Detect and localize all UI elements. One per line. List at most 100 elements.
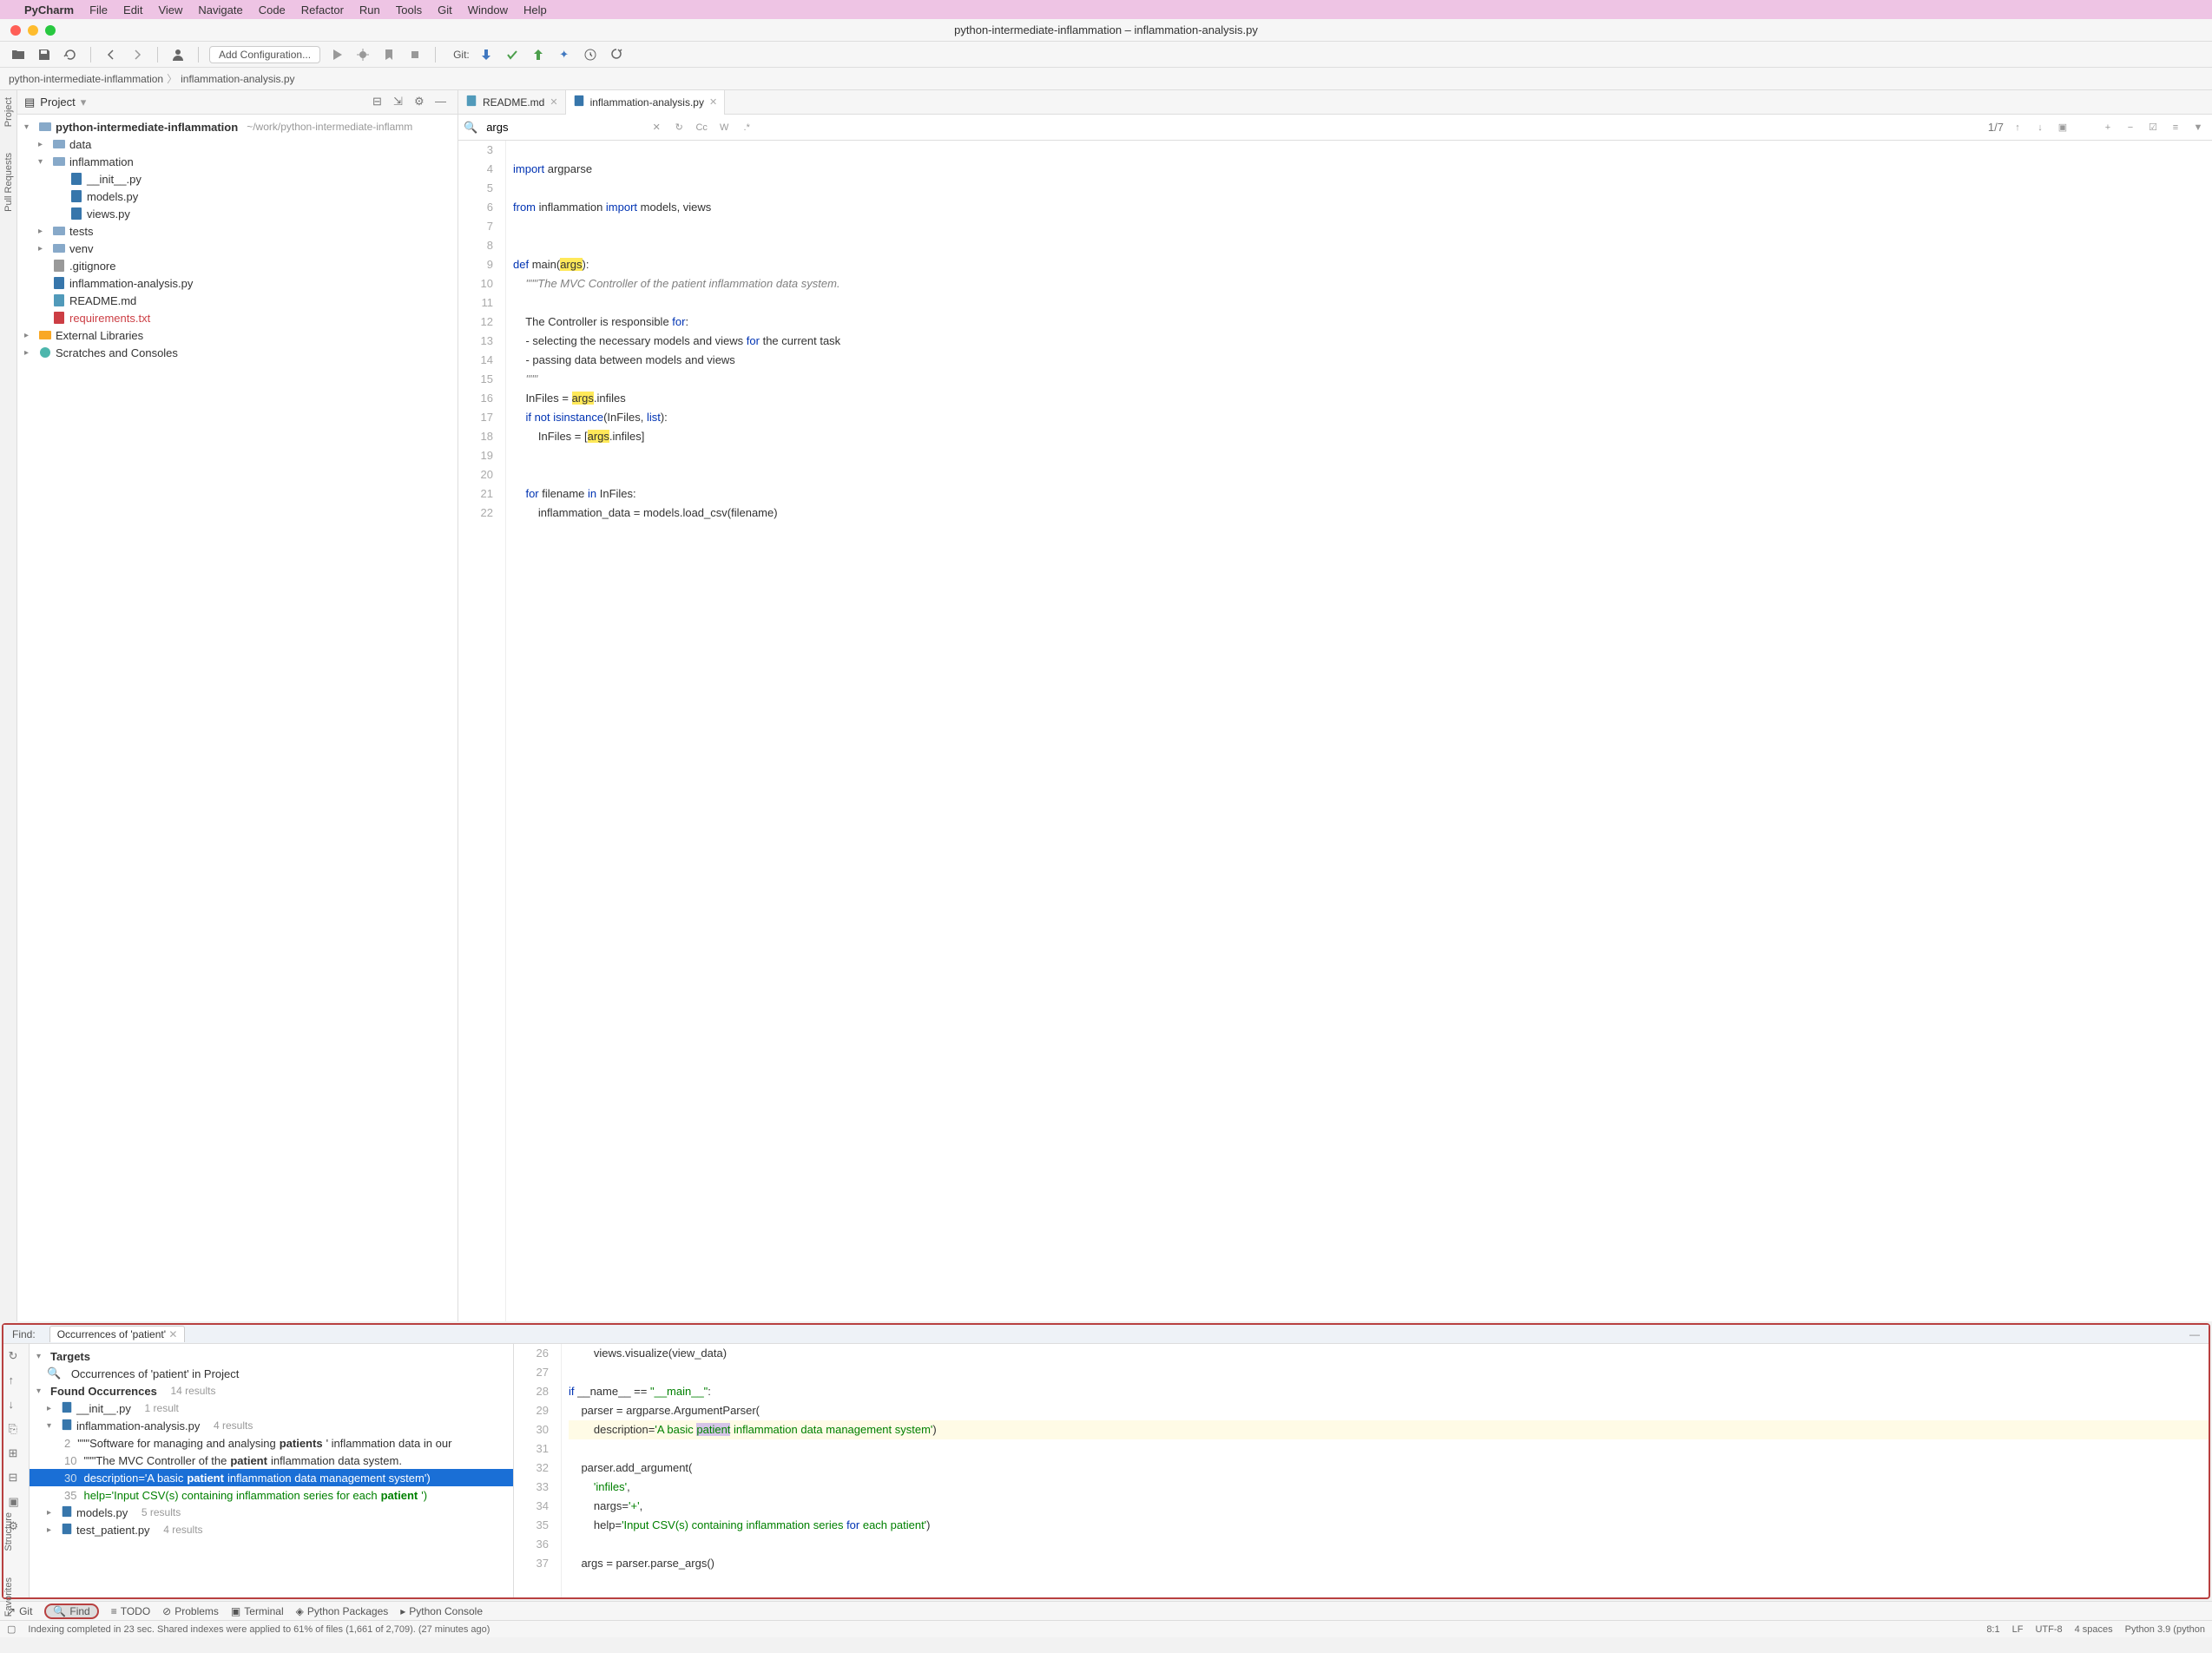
rerun-icon[interactable]: ↻ [9, 1349, 24, 1365]
status-encoding[interactable]: UTF-8 [2035, 1624, 2062, 1635]
next-result-icon[interactable]: ↓ [9, 1398, 24, 1413]
tree-external-libraries[interactable]: ▸External Libraries [17, 326, 458, 344]
find-target-desc[interactable]: 🔍 Occurrences of 'patient' in Project [30, 1365, 513, 1382]
match-case-button[interactable]: Cc [693, 119, 710, 136]
gear-icon[interactable]: ⚙ [414, 95, 430, 110]
find-file-init[interactable]: ▸__init__.py 1 result [30, 1399, 513, 1417]
bottom-terminal[interactable]: ▣ Terminal [231, 1605, 284, 1617]
git-push-icon[interactable] [529, 45, 548, 64]
prev-match-icon[interactable]: ↑ [2009, 119, 2026, 136]
tree-file-init[interactable]: __init__.py [17, 170, 458, 188]
coverage-icon[interactable] [379, 45, 398, 64]
expand-all-icon[interactable]: ⊞ [9, 1446, 24, 1462]
debug-icon[interactable] [353, 45, 372, 64]
prev-history-icon[interactable]: ↻ [670, 119, 688, 136]
find-line-35[interactable]: 35help='Input CSV(s) containing inflamma… [30, 1486, 513, 1504]
tab-analysis[interactable]: inflammation-analysis.py✕ [566, 90, 726, 115]
select-opened-icon[interactable]: ⊟ [372, 95, 388, 110]
rail-structure[interactable]: Structure [3, 1512, 14, 1551]
next-match-icon[interactable]: ↓ [2031, 119, 2049, 136]
remove-selection-icon[interactable]: − [2122, 119, 2139, 136]
bottom-console[interactable]: ▸ Python Console [400, 1605, 483, 1617]
menu-code[interactable]: Code [259, 3, 286, 16]
app-name[interactable]: PyCharm [24, 3, 74, 16]
breadcrumb-root[interactable]: python-intermediate-inflammation [9, 73, 163, 85]
prev-result-icon[interactable]: ↑ [9, 1373, 24, 1389]
find-tab[interactable]: Occurrences of 'patient' ✕ [49, 1326, 186, 1342]
fullscreen-window-button[interactable] [45, 25, 56, 36]
menu-run[interactable]: Run [359, 3, 380, 16]
git-commit-icon[interactable] [503, 45, 522, 64]
tree-file-readme[interactable]: README.md [17, 292, 458, 309]
run-icon[interactable] [327, 45, 346, 64]
preview-icon[interactable]: ▣ [9, 1495, 24, 1511]
words-button[interactable]: W [715, 119, 733, 136]
find-file-analysis[interactable]: ▾inflammation-analysis.py 4 results [30, 1417, 513, 1434]
find-line-10[interactable]: 10"""The MVC Controller of the patient i… [30, 1452, 513, 1469]
status-indent[interactable]: 4 spaces [2075, 1624, 2113, 1635]
project-tree[interactable]: ▾ python-intermediate-inflammation~/work… [17, 115, 458, 1321]
menu-refactor[interactable]: Refactor [301, 3, 344, 16]
filter-icon[interactable]: ▼ [2189, 119, 2207, 136]
stop-icon[interactable] [405, 45, 425, 64]
export-icon[interactable]: ⎘ [9, 1422, 24, 1438]
close-icon[interactable]: ✕ [709, 96, 717, 108]
tree-scratches[interactable]: ▸Scratches and Consoles [17, 344, 458, 361]
status-interpreter[interactable]: Python 3.9 (python [2125, 1624, 2205, 1635]
find-found-node[interactable]: ▾Found Occurrences 14 results [30, 1382, 513, 1399]
find-results-tree[interactable]: ▾Targets 🔍 Occurrences of 'patient' in P… [30, 1344, 514, 1597]
tree-file-models[interactable]: models.py [17, 188, 458, 205]
collapse-all-icon[interactable]: ⊟ [9, 1471, 24, 1486]
close-icon[interactable]: ✕ [550, 96, 557, 108]
find-line-30[interactable]: 30description='A basic patient inflammat… [30, 1469, 513, 1486]
git-history-icon[interactable] [581, 45, 600, 64]
reload-icon[interactable] [61, 45, 80, 64]
menu-file[interactable]: File [89, 3, 108, 16]
tab-readme[interactable]: README.md✕ [458, 90, 566, 115]
menu-window[interactable]: Window [468, 3, 508, 16]
avatar-icon[interactable] [168, 45, 188, 64]
status-cursor-pos[interactable]: 8:1 [1986, 1624, 1999, 1635]
menu-view[interactable]: View [158, 3, 182, 16]
rail-project[interactable]: Project [3, 97, 14, 127]
code-editor[interactable]: 345678910111213141516171819202122 import… [458, 141, 2212, 1321]
find-file-testpatient[interactable]: ▸test_patient.py 4 results [30, 1521, 513, 1538]
tree-folder-inflammation[interactable]: ▾inflammation [17, 153, 458, 170]
bottom-problems[interactable]: ⊘ Problems [162, 1605, 219, 1617]
save-icon[interactable] [35, 45, 54, 64]
find-file-models[interactable]: ▸models.py 5 results [30, 1504, 513, 1521]
chevron-down-icon[interactable]: ▾ [81, 95, 87, 109]
menu-tools[interactable]: Tools [396, 3, 422, 16]
rail-favorites[interactable]: Favorites [3, 1577, 14, 1617]
tree-folder-tests[interactable]: ▸tests [17, 222, 458, 240]
open-icon[interactable] [9, 45, 28, 64]
tree-file-analysis[interactable]: inflammation-analysis.py [17, 274, 458, 292]
breadcrumb-file[interactable]: inflammation-analysis.py [181, 73, 294, 85]
tree-root[interactable]: ▾ python-intermediate-inflammation~/work… [17, 118, 458, 135]
find-preview-editor[interactable]: 262728293031323334353637 views.visualize… [514, 1344, 2209, 1597]
tree-folder-venv[interactable]: ▸venv [17, 240, 458, 257]
find-line-2[interactable]: 2"""Software for managing and analysing … [30, 1434, 513, 1452]
find-targets-node[interactable]: ▾Targets [30, 1347, 513, 1365]
rail-pull-requests[interactable]: Pull Requests [3, 153, 14, 212]
tree-file-requirements[interactable]: requirements.txt [17, 309, 458, 326]
menu-git[interactable]: Git [438, 3, 452, 16]
git-new-branch-icon[interactable]: ✦ [555, 45, 574, 64]
expand-all-icon[interactable]: ⇲ [393, 95, 409, 110]
select-all-icon[interactable]: ▣ [2054, 119, 2071, 136]
close-icon[interactable]: ✕ [168, 1328, 177, 1340]
hide-icon[interactable]: — [435, 95, 451, 110]
menu-help[interactable]: Help [523, 3, 547, 16]
menu-edit[interactable]: Edit [123, 3, 142, 16]
select-all-occurrences-icon[interactable]: ☑ [2144, 119, 2162, 136]
bottom-packages[interactable]: ◈ Python Packages [296, 1605, 389, 1617]
minimize-window-button[interactable] [28, 25, 38, 36]
add-selection-icon[interactable]: + [2099, 119, 2117, 136]
search-input[interactable] [483, 119, 642, 135]
regex-button[interactable]: .* [738, 119, 755, 136]
git-update-icon[interactable] [477, 45, 496, 64]
menu-navigate[interactable]: Navigate [198, 3, 242, 16]
add-configuration-button[interactable]: Add Configuration... [209, 46, 320, 63]
git-rollback-icon[interactable] [607, 45, 626, 64]
tree-file-gitignore[interactable]: .gitignore [17, 257, 458, 274]
